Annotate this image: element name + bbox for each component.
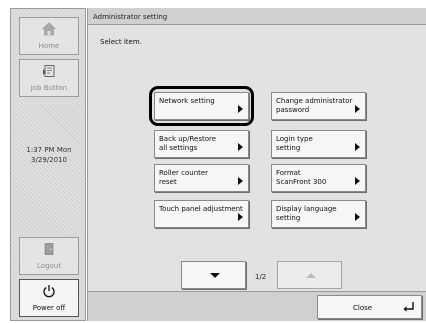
chevron-right-icon [355, 105, 360, 113]
format-scanfront-button[interactable]: Format ScanFront 300 [271, 164, 366, 192]
chevron-down-icon [210, 273, 220, 278]
close-button[interactable]: Close [317, 295, 422, 319]
network-setting-button[interactable]: Network setting [154, 92, 249, 120]
touch-panel-adjustment-label: Touch panel adjustment [159, 205, 243, 213]
backup-restore-label: Back up/Restore all settings [159, 135, 217, 152]
roller-counter-reset-label: Roller counter reset [159, 169, 209, 186]
chevron-right-icon [355, 177, 360, 185]
home-label: Home [38, 42, 60, 50]
page-indicator: 1/2 [255, 273, 267, 281]
format-scanfront-label: Format ScanFront 300 [276, 169, 327, 186]
job-button[interactable]: Job Button [19, 59, 79, 97]
change-admin-password-label: Change administrator password [276, 97, 353, 114]
logout-button[interactable]: Logout [19, 237, 79, 275]
power-off-label: Power off [32, 304, 66, 312]
display-language-label: Display language setting [276, 205, 337, 222]
clock: 1:37 PM Mon 3/29/2010 [11, 145, 87, 165]
logout-icon [44, 243, 54, 255]
chevron-right-icon [238, 105, 243, 113]
display-language-button[interactable]: Display language setting [271, 200, 366, 228]
job-button-icon [43, 65, 55, 77]
login-type-button[interactable]: Login type setting [271, 130, 366, 158]
power-off-button[interactable]: Power off [19, 279, 79, 317]
roller-counter-reset-button[interactable]: Roller counter reset [154, 164, 249, 192]
next-page-button[interactable] [181, 261, 246, 289]
chevron-right-icon [355, 143, 360, 151]
main-panel: Administrator setting Select item. Netwo… [87, 8, 426, 321]
logout-label: Logout [37, 262, 61, 270]
change-admin-password-button[interactable]: Change administrator password [271, 92, 366, 120]
sidebar: Home Job Button 1:37 PM Mon 3/29/2010 Lo… [10, 8, 86, 321]
clock-time: 1:37 PM Mon [26, 146, 72, 154]
screen: Home Job Button 1:37 PM Mon 3/29/2010 Lo… [0, 0, 426, 323]
job-button-label: Job Button [30, 84, 68, 92]
instruction-text: Select item. [100, 38, 142, 46]
login-type-label: Login type setting [276, 135, 313, 152]
home-icon [42, 22, 56, 36]
footer-bar: Close [88, 291, 426, 321]
close-label: Close [353, 304, 373, 312]
chevron-right-icon [238, 213, 243, 221]
home-button[interactable]: Home [19, 17, 79, 55]
chevron-up-icon [306, 273, 316, 278]
power-icon [43, 285, 55, 298]
clock-date: 3/29/2010 [31, 156, 67, 164]
page-title: Administrator setting [88, 8, 426, 25]
chevron-right-icon [355, 213, 360, 221]
touch-panel-adjustment-button[interactable]: Touch panel adjustment [154, 200, 249, 228]
enter-return-icon [403, 302, 414, 312]
chevron-right-icon [238, 143, 243, 151]
network-setting-label: Network setting [159, 97, 215, 105]
backup-restore-button[interactable]: Back up/Restore all settings [154, 130, 249, 158]
chevron-right-icon [238, 177, 243, 185]
previous-page-button[interactable] [277, 261, 342, 289]
